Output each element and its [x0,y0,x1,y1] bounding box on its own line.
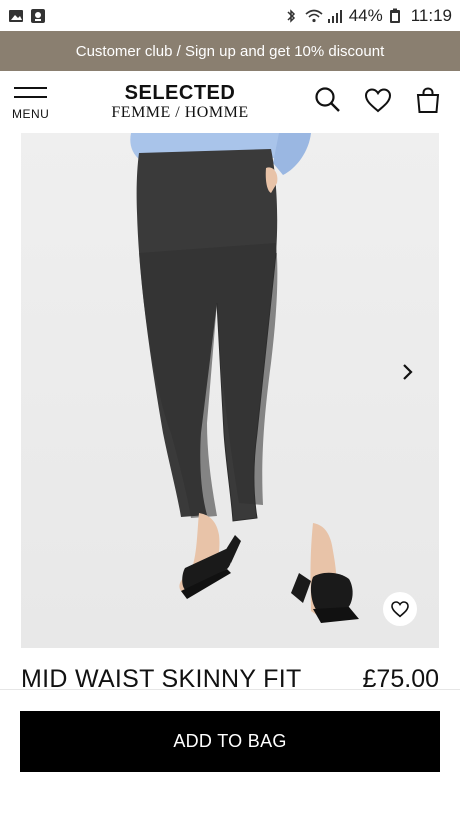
next-image-arrow[interactable] [395,359,421,385]
notification-icon [30,8,46,24]
clock: 11:19 [410,5,452,25]
promo-banner[interactable]: Customer club / Sign up and get 10% disc… [0,31,460,71]
wifi-icon [305,8,323,24]
status-bar: 44% 11:19 [0,0,460,31]
menu-label: MENU [12,107,50,121]
battery-icon [389,8,405,24]
promo-text: Customer club / Sign up and get 10% disc… [75,42,385,60]
model-illustration [130,133,359,623]
chevron-right-icon [403,364,413,380]
heart-icon [391,601,409,618]
signal-icon [327,8,343,24]
add-to-bag-button[interactable]: ADD TO BAG [20,711,440,772]
battery-percent: 44% [348,5,383,25]
gallery-icon [8,8,24,24]
menu-button[interactable]: MENU [12,83,52,123]
brand-logo[interactable]: SELECTED FEMME / HOMME [105,83,255,122]
heart-icon[interactable] [363,85,393,115]
search-icon[interactable] [313,85,343,115]
bag-icon[interactable] [413,85,443,115]
menu-bar-top [14,87,47,89]
site-header: MENU SELECTED FEMME / HOMME [0,71,460,133]
bluetooth-icon [283,8,299,24]
status-right: 44% 11:19 [283,6,452,26]
status-left [8,8,46,24]
menu-bar-middle [14,96,47,98]
logo-line1: SELECTED [124,82,236,104]
product-image[interactable] [21,133,439,648]
wishlist-button[interactable] [383,592,417,626]
sticky-footer: ADD TO BAG [0,690,460,818]
logo-line2: FEMME / HOMME [111,104,249,121]
